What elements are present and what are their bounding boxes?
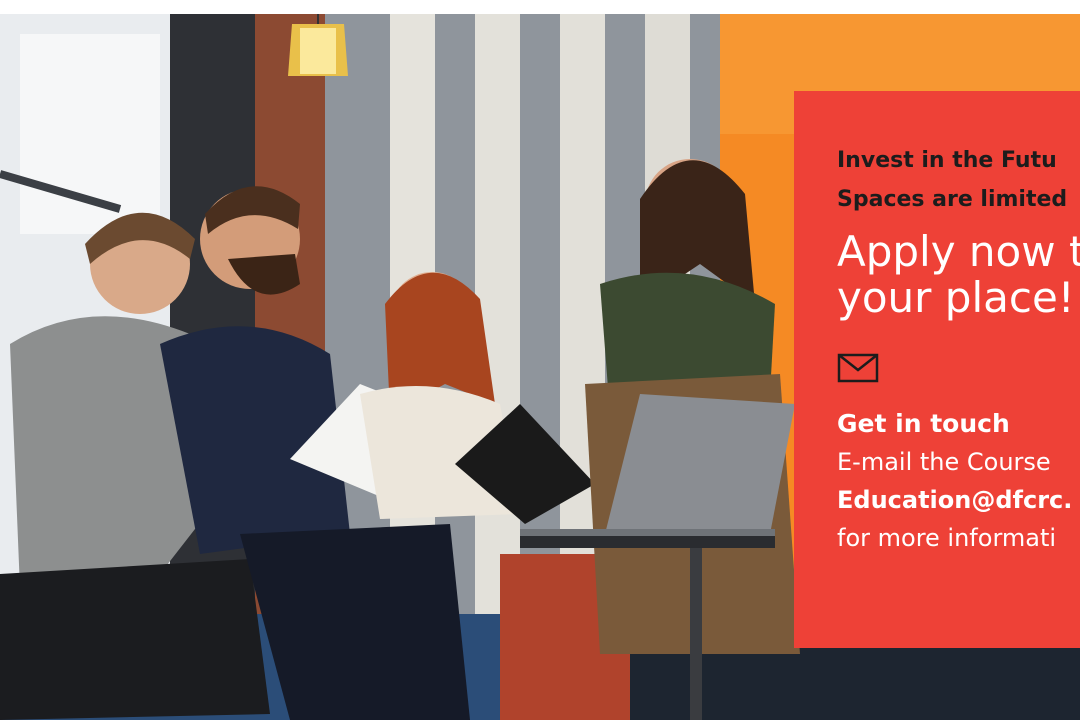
lead-line-1: Invest in the Futu — [837, 148, 1057, 173]
cta-panel: Invest in the Futu Spaces are limited Ap… — [794, 91, 1080, 648]
headline-line-1: Apply now t — [837, 227, 1080, 276]
contact-email-link[interactable]: Education@dfcrc. — [837, 481, 1080, 519]
contact-line-1: E-mail the Course — [837, 448, 1051, 476]
headline-line-2: your place! — [837, 273, 1075, 322]
headline: Apply now t your place! — [837, 229, 1080, 321]
contact-title: Get in touch — [837, 409, 1010, 438]
envelope-icon — [837, 353, 879, 383]
page: Invest in the Futu Spaces are limited Ap… — [0, 0, 1080, 720]
lead-line-2: Spaces are limited — [837, 187, 1068, 212]
contact-line-2: for more informati — [837, 524, 1057, 552]
